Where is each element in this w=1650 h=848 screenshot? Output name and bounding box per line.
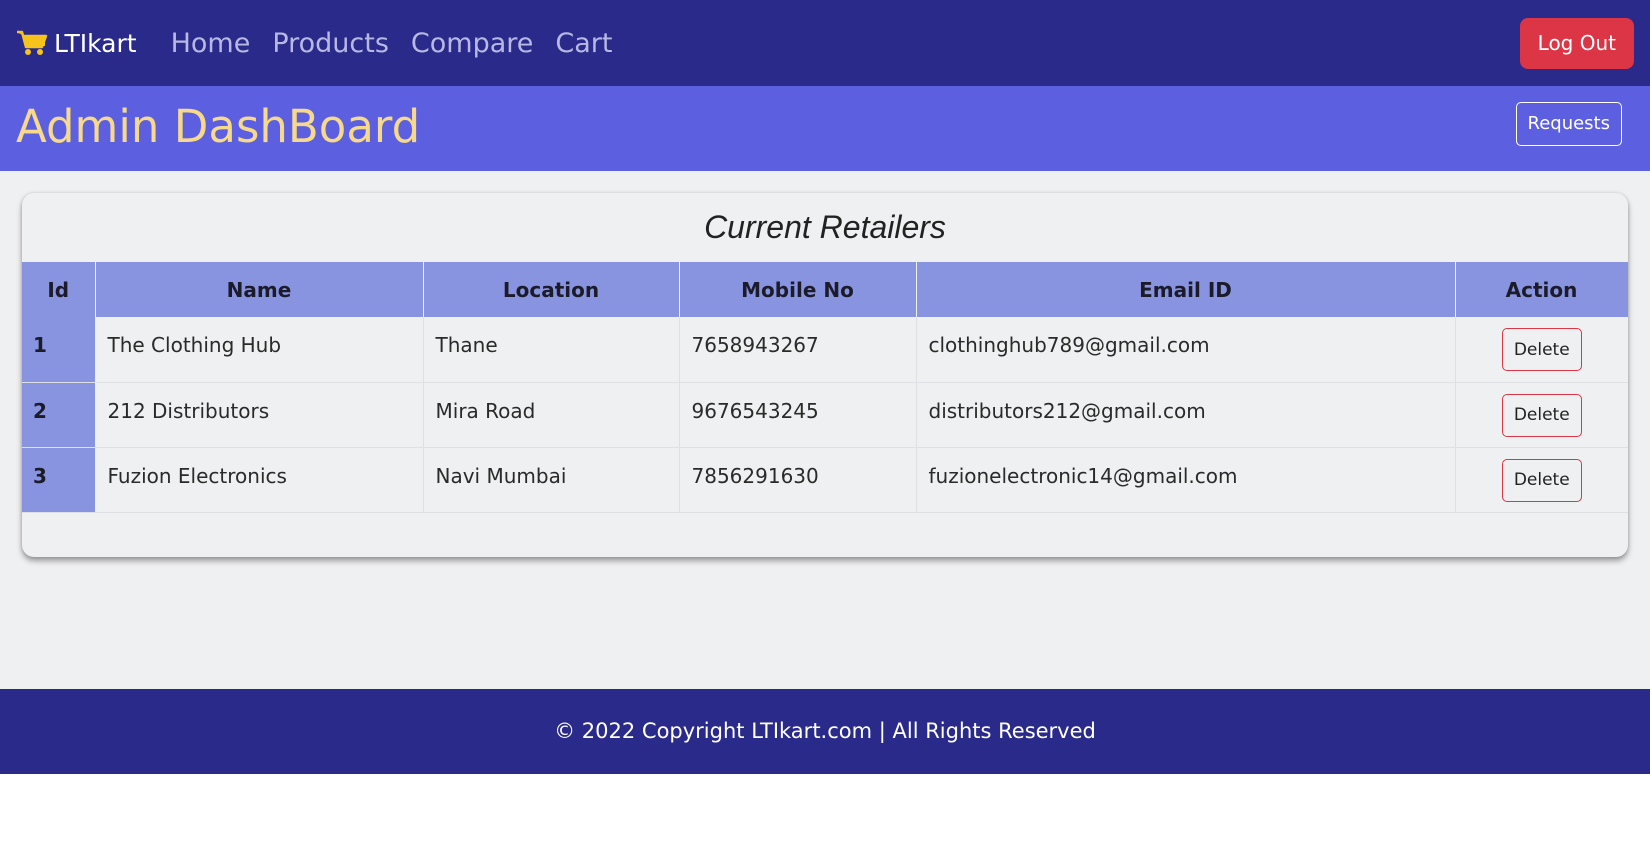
- delete-button[interactable]: Delete: [1501, 458, 1582, 502]
- table-row: 2 212 Distributors Mira Road 9676543245 …: [22, 382, 1628, 448]
- retailer-location: Mira Road: [423, 382, 680, 448]
- page-footer: © 2022 Copyright LTIkart.com | All Right…: [0, 689, 1650, 774]
- retailer-name: Fuzion Electronics: [95, 447, 424, 513]
- retailer-mobile: 7856291630: [679, 447, 917, 513]
- retailer-mobile: 9676543245: [679, 382, 917, 448]
- nav-link-compare[interactable]: Compare: [411, 28, 533, 59]
- delete-button[interactable]: Delete: [1501, 328, 1582, 371]
- column-header-mobile: Mobile No: [679, 262, 917, 317]
- retailer-location: Navi Mumbai: [423, 447, 680, 513]
- shopping-cart-icon: [16, 29, 48, 57]
- retailer-name: The Clothing Hub: [95, 317, 424, 383]
- retailer-id: 3: [22, 447, 96, 513]
- retailer-action: Delete: [1455, 447, 1628, 513]
- retailer-email: distributors212@gmail.com: [916, 382, 1456, 448]
- retailer-mobile: 7658943267: [679, 317, 917, 383]
- nav-link-products[interactable]: Products: [272, 28, 389, 59]
- column-header-id: Id: [22, 262, 96, 317]
- requests-button[interactable]: Requests: [1515, 102, 1622, 146]
- column-header-location: Location: [423, 262, 680, 317]
- retailers-card: Current Retailers Id Name Location Mobil…: [22, 193, 1628, 557]
- retailer-action: Delete: [1455, 317, 1628, 383]
- retailers-table: Id Name Location Mobile No Email ID Acti…: [22, 262, 1628, 513]
- brand-name: LTIkart: [54, 28, 137, 58]
- logout-button[interactable]: Log Out: [1519, 18, 1634, 69]
- retailer-name: 212 Distributors: [95, 382, 424, 448]
- delete-button[interactable]: Delete: [1501, 393, 1582, 437]
- table-row: 1 The Clothing Hub Thane 7658943267 clot…: [22, 317, 1628, 383]
- column-header-name: Name: [95, 262, 424, 317]
- brand-link[interactable]: LTIkart: [16, 29, 137, 58]
- dashboard-header: Admin DashBoard Requests: [0, 86, 1650, 171]
- retailer-email: clothinghub789@gmail.com: [916, 317, 1456, 383]
- retailer-email: fuzionelectronic14@gmail.com: [916, 447, 1456, 513]
- main-content: Current Retailers Id Name Location Mobil…: [0, 171, 1650, 689]
- nav-link-home[interactable]: Home: [171, 28, 251, 59]
- retailer-action: Delete: [1455, 382, 1628, 448]
- retailers-title: Current Retailers: [704, 209, 946, 245]
- page-title: Admin DashBoard: [16, 100, 421, 153]
- table-row: 3 Fuzion Electronics Navi Mumbai 7856291…: [22, 447, 1628, 513]
- table-header-row: Id Name Location Mobile No Email ID Acti…: [22, 262, 1628, 317]
- retailer-id: 1: [22, 317, 96, 383]
- retailer-id: 2: [22, 382, 96, 448]
- top-navbar: LTIkart Home Products Compare Cart Log O…: [0, 0, 1650, 86]
- nav-link-cart[interactable]: Cart: [555, 28, 612, 59]
- copyright-text: © 2022 Copyright LTIkart.com | All Right…: [554, 719, 1096, 743]
- column-header-action: Action: [1455, 262, 1628, 317]
- column-header-email: Email ID: [916, 262, 1456, 317]
- retailer-location: Thane: [423, 317, 680, 383]
